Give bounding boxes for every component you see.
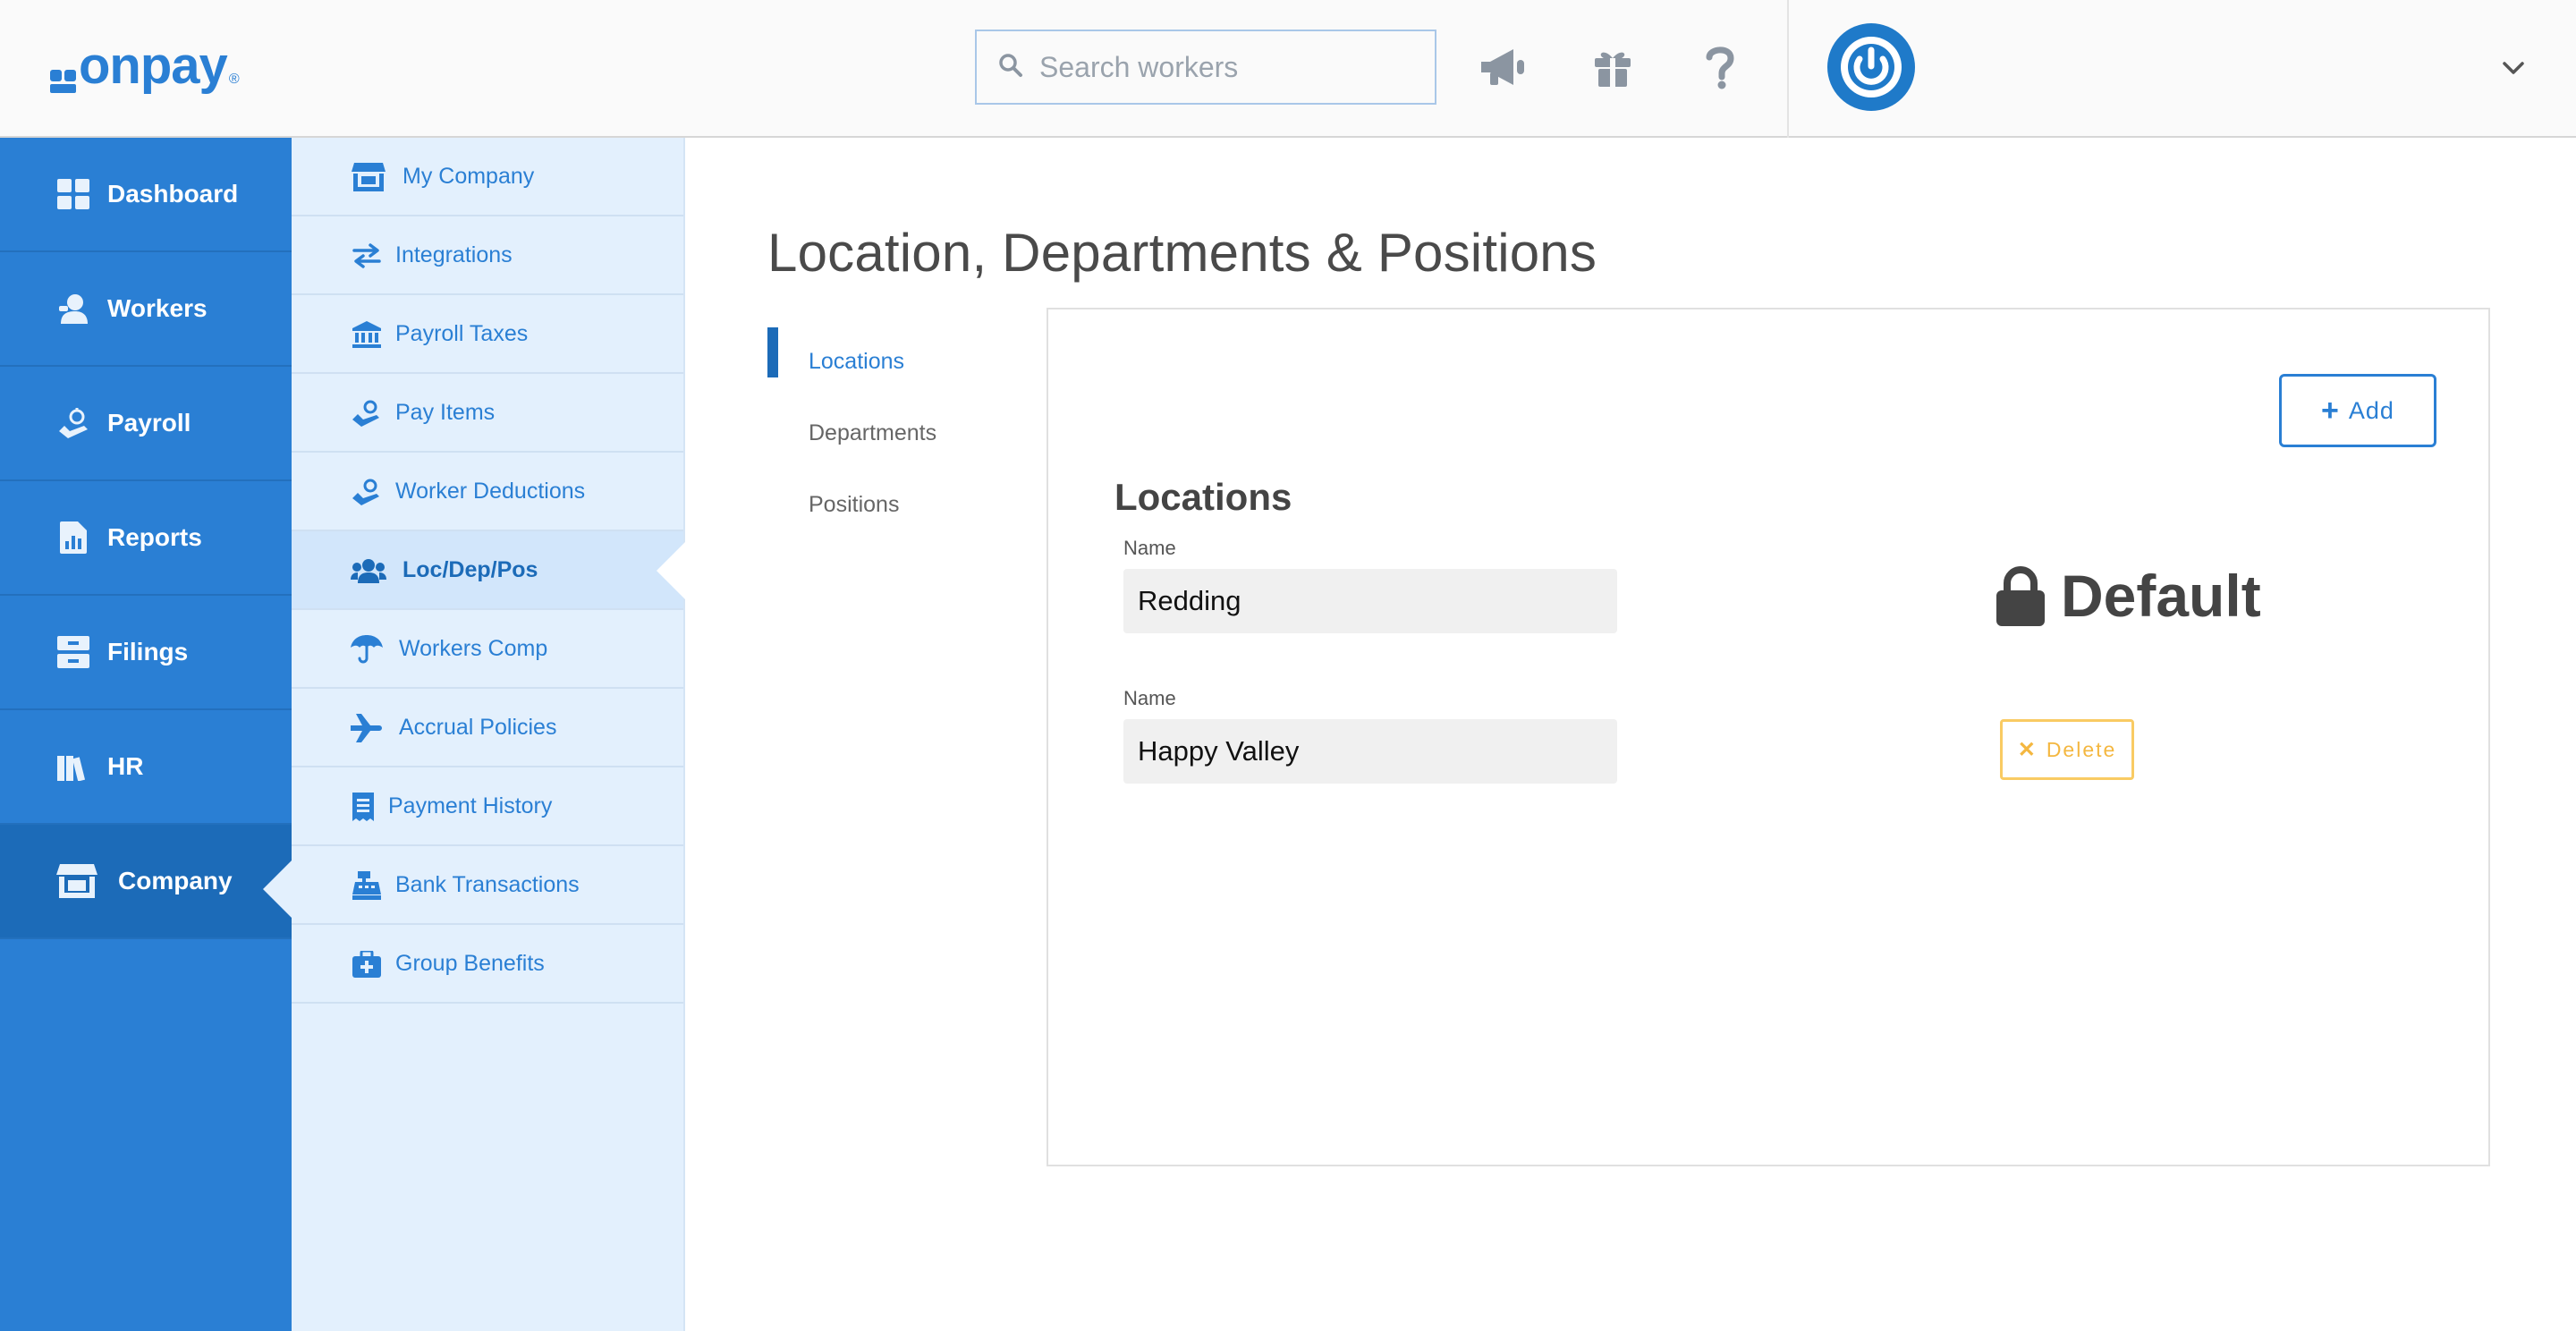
umbrella-icon xyxy=(351,635,383,664)
location-name-field[interactable] xyxy=(1123,719,1617,784)
workers-icon xyxy=(55,291,91,326)
nav-label: Company xyxy=(118,867,233,894)
header-divider xyxy=(1787,0,1789,138)
company-nav-payroll-taxes[interactable]: Payroll Taxes xyxy=(292,295,683,374)
tab-locations[interactable]: Locations xyxy=(767,326,1036,397)
help-icon[interactable] xyxy=(1690,38,1750,97)
company-nav-label: Pay Items xyxy=(395,399,496,425)
location-name-field[interactable] xyxy=(1123,569,1617,633)
company-nav-integrations[interactable]: Integrations xyxy=(292,216,683,295)
worker-search[interactable] xyxy=(975,30,1436,105)
medkit-icon xyxy=(351,950,383,979)
company-nav-label: Payment History xyxy=(388,793,553,818)
company-nav-pay-items[interactable]: Pay Items xyxy=(292,374,683,453)
payroll-icon xyxy=(55,405,91,441)
company-nav-worker-deductions[interactable]: Worker Deductions xyxy=(292,453,683,531)
nav-item-filings[interactable]: Filings xyxy=(0,596,292,710)
section-tabs: Locations Departments Positions xyxy=(767,326,1036,540)
company-nav-payment-history[interactable]: Payment History xyxy=(292,767,683,846)
location-name-label: Name xyxy=(1123,687,1176,709)
nav-item-workers[interactable]: Workers xyxy=(0,252,292,367)
registered-mark: ® xyxy=(228,72,240,87)
reports-icon xyxy=(55,520,91,555)
megaphone-icon[interactable] xyxy=(1474,38,1533,97)
locations-heading: Locations xyxy=(1114,476,1292,518)
nav-label: Payroll xyxy=(107,409,191,437)
primary-nav: Dashboard Workers Payroll Reports Filing… xyxy=(0,138,292,1331)
tab-departments[interactable]: Departments xyxy=(767,397,1036,469)
add-button-label: Add xyxy=(2348,396,2394,424)
exchange-arrows-icon xyxy=(351,242,383,270)
logo-mark xyxy=(48,39,79,93)
tab-positions[interactable]: Positions xyxy=(767,469,1036,540)
hr-icon xyxy=(55,749,91,784)
onpay-logo[interactable]: onpay ® xyxy=(48,39,240,93)
logo-wordmark: onpay xyxy=(79,37,228,95)
nav-label: HR xyxy=(107,752,144,780)
dashboard-icon xyxy=(55,176,91,212)
nav-item-dashboard[interactable]: Dashboard xyxy=(0,138,292,252)
company-nav-label: Accrual Policies xyxy=(399,714,557,740)
nav-item-payroll[interactable]: Payroll xyxy=(0,367,292,481)
delete-location-button[interactable]: ✕ Delete xyxy=(2000,719,2134,780)
close-icon: ✕ xyxy=(2017,737,2038,762)
money-hand-icon xyxy=(351,399,383,428)
add-location-button[interactable]: + Add xyxy=(2279,374,2436,447)
nav-item-reports[interactable]: Reports xyxy=(0,481,292,596)
filings-icon xyxy=(55,634,91,670)
company-nav-loc-dep-pos[interactable]: Loc/Dep/Pos xyxy=(292,531,685,610)
nav-item-hr[interactable]: HR xyxy=(0,710,292,825)
nav-label: Dashboard xyxy=(107,180,239,208)
company-nav-label: Payroll Taxes xyxy=(395,320,529,346)
nav-label: Filings xyxy=(107,638,189,666)
company-nav-label: Worker Deductions xyxy=(395,478,586,504)
storefront-icon xyxy=(351,163,386,191)
nav-label: Reports xyxy=(107,523,202,551)
nav-label: Workers xyxy=(107,294,208,322)
cash-register-icon xyxy=(351,871,383,900)
receipt-icon xyxy=(351,793,376,821)
company-nav-label: My Company xyxy=(402,163,535,189)
lock-icon xyxy=(1996,566,2045,626)
company-nav-label: Loc/Dep/Pos xyxy=(402,556,538,582)
location-name-label: Name xyxy=(1123,537,1176,559)
gift-icon[interactable] xyxy=(1583,38,1642,97)
company-nav-label: Bank Transactions xyxy=(395,871,580,897)
plus-icon: + xyxy=(2321,394,2340,428)
company-nav-bank-transactions[interactable]: Bank Transactions xyxy=(292,846,683,925)
company-nav-group-benefits[interactable]: Group Benefits xyxy=(292,925,683,1004)
money-hand-icon xyxy=(351,478,383,506)
company-nav-label: Workers Comp xyxy=(399,635,548,661)
default-label: Default xyxy=(2061,563,2261,629)
company-nav: My Company Integrations Payroll Taxes Pa… xyxy=(292,138,685,1331)
nav-item-company[interactable]: Company xyxy=(0,825,292,939)
airplane-icon xyxy=(351,714,383,742)
locations-panel: + Add Locations Name Default Name ✕ Dele… xyxy=(1046,308,2490,1166)
company-nav-accrual-policies[interactable]: Accrual Policies xyxy=(292,689,683,767)
company-nav-label: Integrations xyxy=(395,242,513,267)
search-icon xyxy=(998,53,1023,82)
chevron-down-icon[interactable] xyxy=(2496,52,2531,84)
page-title: Location, Departments & Positions xyxy=(767,223,1597,283)
default-location-badge: Default xyxy=(1995,563,2261,629)
users-icon xyxy=(351,556,386,585)
top-header: onpay ® xyxy=(0,0,2576,138)
company-icon xyxy=(55,863,98,899)
bank-icon xyxy=(351,320,383,349)
company-nav-label: Group Benefits xyxy=(395,950,545,976)
company-nav-workers-comp[interactable]: Workers Comp xyxy=(292,610,683,689)
search-input[interactable] xyxy=(1039,50,1433,84)
delete-button-label: Delete xyxy=(2046,737,2117,761)
user-avatar[interactable] xyxy=(1827,23,1915,111)
company-nav-my-company[interactable]: My Company xyxy=(292,138,683,216)
